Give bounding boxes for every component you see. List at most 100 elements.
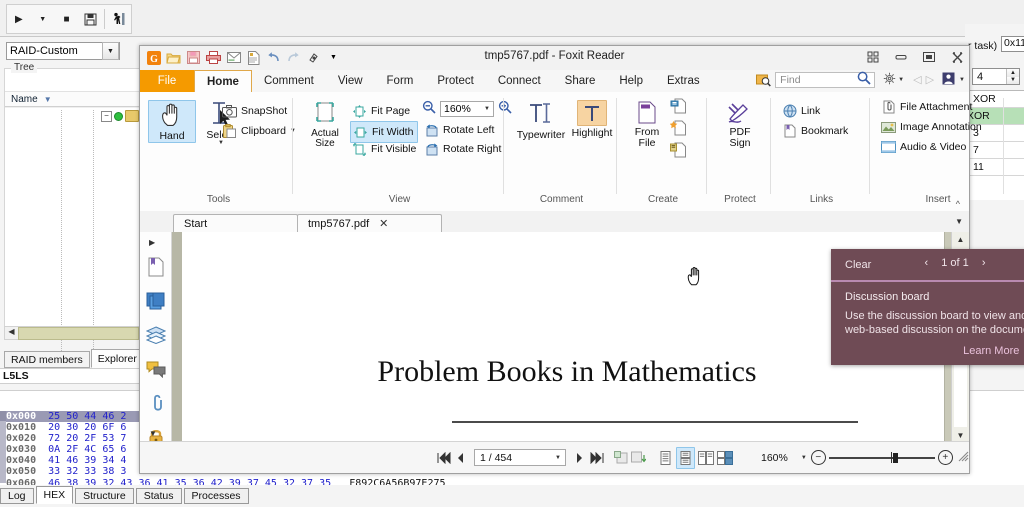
collapse-ribbon-icon[interactable]: ^ bbox=[956, 199, 960, 209]
create-from-clipboard-icon[interactable] bbox=[670, 142, 687, 161]
highlight-button[interactable]: Highlight bbox=[571, 100, 613, 139]
tab-comment[interactable]: Comment bbox=[252, 70, 326, 92]
task-value-field[interactable]: 0x11 bbox=[1001, 36, 1024, 52]
tree-column-header[interactable]: Name ▼ bbox=[5, 91, 139, 107]
create-from-scanner-icon[interactable] bbox=[670, 98, 687, 117]
facing-view-icon[interactable] bbox=[697, 448, 714, 468]
chevron-down-icon[interactable]: ▼ bbox=[555, 455, 561, 461]
find-previous-icon[interactable]: ◁ bbox=[913, 73, 921, 86]
rotate-left-button[interactable]: Rotate Left bbox=[424, 121, 494, 139]
scroll-down-icon[interactable]: ▼ bbox=[952, 428, 969, 442]
path-bar[interactable]: L5LS bbox=[0, 368, 140, 384]
typewriter-button[interactable]: Typewriter bbox=[512, 100, 570, 141]
tab-view[interactable]: View bbox=[326, 70, 375, 92]
find-settings-icon[interactable] bbox=[883, 72, 896, 88]
account-chevron-icon[interactable]: ▼ bbox=[959, 77, 965, 83]
run-icon[interactable]: ▶ bbox=[7, 7, 31, 31]
tab-connect[interactable]: Connect bbox=[486, 70, 553, 92]
first-page-icon[interactable] bbox=[435, 448, 452, 468]
snapshot-button[interactable]: SnapShot bbox=[222, 102, 287, 120]
previous-page-icon[interactable] bbox=[452, 448, 469, 468]
minimize-icon[interactable] bbox=[893, 49, 909, 65]
page-number-input[interactable]: 1 / 454 ▼ bbox=[474, 449, 566, 466]
tab-form[interactable]: Form bbox=[375, 70, 426, 92]
tab-overflow-chevron-icon[interactable]: ▼ bbox=[955, 217, 963, 226]
tree-root-node[interactable]: − bbox=[101, 110, 139, 122]
hex-row[interactable]: 0x060 46 38 39 32 43 36 41 35 36 42 39 3… bbox=[6, 478, 446, 485]
continuous-facing-view-icon[interactable] bbox=[716, 448, 733, 468]
restore-ribbon-icon[interactable] bbox=[865, 49, 881, 65]
attachments-icon[interactable] bbox=[145, 392, 167, 414]
run-person-icon[interactable] bbox=[107, 7, 131, 31]
zoom-in-icon[interactable]: + bbox=[937, 450, 953, 465]
find-settings-chevron-icon[interactable]: ▼ bbox=[898, 77, 904, 83]
reflow-icon[interactable] bbox=[630, 448, 647, 468]
next-tip-icon[interactable]: › bbox=[982, 257, 986, 269]
tab-file[interactable]: File bbox=[140, 70, 194, 92]
run-dropdown-icon[interactable]: ▼ bbox=[31, 7, 55, 31]
scroll-thumb[interactable] bbox=[18, 326, 139, 340]
last-page-icon[interactable] bbox=[588, 448, 605, 468]
zoom-slider[interactable] bbox=[828, 451, 935, 464]
stop-icon[interactable]: ■ bbox=[55, 7, 79, 31]
layers-icon[interactable] bbox=[145, 324, 167, 346]
tab-hex[interactable]: HEX bbox=[35, 486, 74, 504]
tab-status[interactable]: Status bbox=[135, 488, 182, 504]
learn-more-link[interactable]: Learn More bbox=[963, 345, 1019, 357]
tab-share[interactable]: Share bbox=[553, 70, 608, 92]
chevron-down-icon[interactable]: ▼ bbox=[102, 42, 119, 60]
from-file-button[interactable]: From File bbox=[626, 100, 668, 149]
tab-home[interactable]: Home bbox=[194, 70, 252, 93]
close-icon[interactable]: ✕ bbox=[379, 217, 388, 230]
sort-descending-icon[interactable]: ▼ bbox=[44, 95, 52, 104]
zoom-out-icon[interactable]: − bbox=[810, 450, 826, 465]
fit-page-button[interactable]: Fit Page bbox=[352, 102, 410, 120]
clipboard-button[interactable]: Clipboard ▼ bbox=[222, 122, 296, 140]
tab-structure[interactable]: Structure bbox=[75, 488, 134, 504]
tab-help[interactable]: Help bbox=[607, 70, 655, 92]
scroll-up-icon[interactable]: ▲ bbox=[952, 232, 969, 246]
rotate-right-button[interactable]: Rotate Right bbox=[424, 140, 501, 158]
collapse-icon[interactable]: − bbox=[101, 110, 112, 122]
image-annotation-button[interactable]: Image Annotation bbox=[881, 118, 982, 136]
single-page-view-icon[interactable] bbox=[657, 448, 674, 468]
create-from-blank-icon[interactable] bbox=[669, 120, 687, 139]
actual-size-button[interactable]: Actual Size bbox=[302, 100, 348, 149]
save-icon[interactable] bbox=[78, 7, 102, 31]
more-panels-icon[interactable]: ▼ bbox=[149, 429, 157, 438]
hand-tool-button[interactable]: Hand bbox=[148, 100, 196, 143]
bookmark-button[interactable]: Bookmark bbox=[782, 122, 848, 140]
tab-explorer[interactable]: Explorer bbox=[90, 349, 144, 368]
expand-panel-icon[interactable]: ▶ bbox=[149, 238, 155, 247]
comments-icon[interactable] bbox=[145, 358, 167, 380]
find-magnifier-icon[interactable] bbox=[857, 71, 871, 88]
select-tool-chevron-icon[interactable]: ▼ bbox=[218, 140, 224, 146]
previous-tip-icon[interactable]: ‹ bbox=[925, 257, 929, 269]
account-icon[interactable] bbox=[942, 72, 955, 88]
count-spinner[interactable]: 4 ▲ ▼ bbox=[972, 68, 1020, 85]
link-button[interactable]: Link bbox=[782, 102, 820, 120]
tab-log[interactable]: Log bbox=[0, 488, 34, 504]
zoom-preset-chevron-icon[interactable]: ▼ bbox=[801, 455, 807, 461]
pages-icon[interactable] bbox=[145, 290, 167, 312]
maximize-icon[interactable] bbox=[921, 49, 937, 65]
tab-protect[interactable]: Protect bbox=[425, 70, 485, 92]
tab-extras[interactable]: Extras bbox=[655, 70, 712, 92]
chevron-down-icon[interactable]: ▼ bbox=[484, 106, 490, 112]
resize-grip-icon[interactable] bbox=[958, 451, 969, 465]
zoom-level-combo[interactable]: 160% ▼ bbox=[440, 100, 494, 117]
scroll-left-icon[interactable]: ◀ bbox=[5, 327, 18, 339]
bookmarks-icon[interactable] bbox=[145, 256, 167, 278]
audio-video-button[interactable]: Audio & Video bbox=[881, 138, 966, 156]
find-next-icon[interactable]: ▷ bbox=[926, 73, 934, 86]
raid-profile-combo[interactable]: RAID-Custom ▼ bbox=[6, 42, 120, 60]
fit-visible-button[interactable]: Fit Visible bbox=[352, 140, 416, 158]
spinner-buttons[interactable]: ▲ ▼ bbox=[1006, 69, 1019, 84]
zoom-slider-knob[interactable] bbox=[892, 452, 898, 463]
tree-body[interactable]: − bbox=[5, 107, 139, 370]
fit-selection-icon[interactable] bbox=[613, 448, 630, 468]
continuous-view-icon[interactable] bbox=[676, 446, 695, 469]
zoom-out-icon[interactable] bbox=[422, 100, 436, 117]
search-icon[interactable] bbox=[755, 72, 771, 88]
spinner-up-icon[interactable]: ▲ bbox=[1007, 69, 1019, 77]
